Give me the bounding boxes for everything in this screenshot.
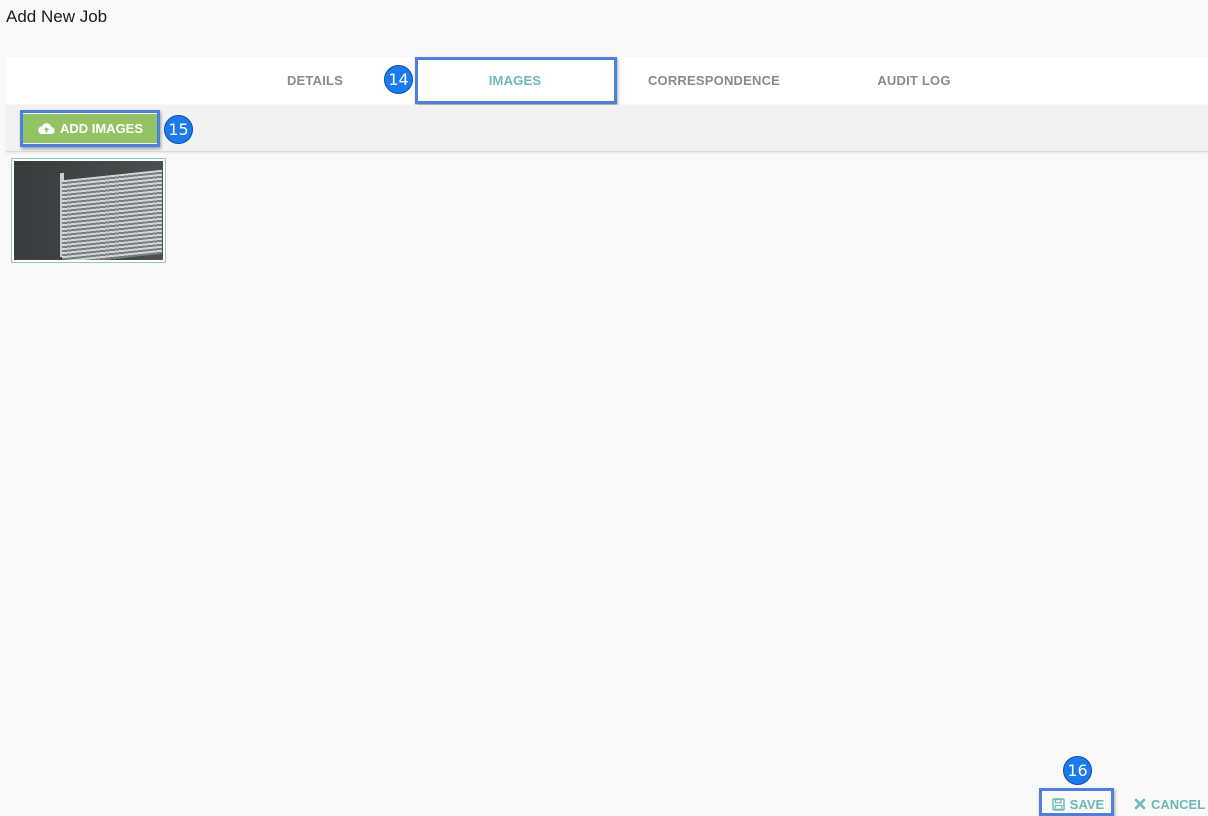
photo-thumbnail bbox=[14, 161, 163, 260]
save-button[interactable]: SAVE bbox=[1045, 793, 1111, 815]
callout-badge-16: 16 bbox=[1063, 756, 1092, 785]
callout-badge-15: 15 bbox=[164, 115, 193, 144]
add-images-button[interactable]: ADD IMAGES bbox=[23, 114, 158, 143]
floppy-disk-icon bbox=[1052, 797, 1065, 811]
close-icon bbox=[1134, 798, 1146, 810]
callout-badge-14: 14 bbox=[384, 65, 413, 94]
cloud-upload-icon bbox=[38, 123, 55, 135]
tab-audit-log[interactable]: AUDIT LOG bbox=[854, 57, 974, 104]
cancel-button[interactable]: CANCEL bbox=[1134, 793, 1208, 815]
image-thumbnail[interactable] bbox=[11, 158, 166, 263]
tab-bar: DETAILS IMAGES CORRESPONDENCE AUDIT LOG bbox=[6, 57, 1208, 104]
tab-correspondence[interactable]: CORRESPONDENCE bbox=[634, 57, 794, 104]
save-label: SAVE bbox=[1069, 796, 1105, 812]
photo-blinds bbox=[62, 169, 162, 260]
cancel-label: CANCEL bbox=[1151, 796, 1206, 812]
add-images-label: ADD IMAGES bbox=[59, 121, 144, 136]
tab-details[interactable]: DETAILS bbox=[256, 57, 374, 104]
tab-images[interactable]: IMAGES bbox=[415, 57, 615, 104]
page-title: Add New Job bbox=[6, 7, 108, 26]
